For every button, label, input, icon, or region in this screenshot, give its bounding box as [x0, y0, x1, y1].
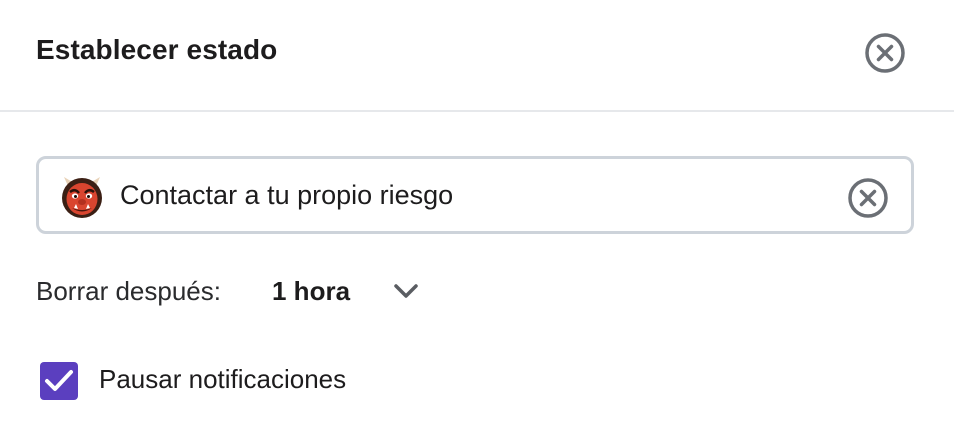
- clear-after-dropdown[interactable]: 1 hora: [270, 268, 424, 314]
- set-status-dialog: Establecer estado Contactar a tu propio …: [0, 0, 954, 442]
- pause-notifications-checkbox[interactable]: [40, 362, 78, 400]
- clear-status-button[interactable]: [847, 177, 889, 219]
- close-button[interactable]: [864, 32, 906, 74]
- emoji-picker-button[interactable]: [59, 174, 105, 220]
- ogre-emoji-icon: [62, 177, 102, 218]
- dialog-header: Establecer estado: [0, 0, 954, 112]
- clear-after-value: 1 hora: [272, 276, 351, 306]
- close-icon: [865, 33, 905, 73]
- status-input[interactable]: Contactar a tu propio riesgo: [36, 156, 914, 234]
- pause-notifications-label[interactable]: Pausar notificaciones: [99, 364, 346, 395]
- dialog-title: Establecer estado: [36, 34, 278, 65]
- status-text[interactable]: Contactar a tu propio riesgo: [120, 180, 453, 211]
- clear-after-label: Borrar después:: [36, 276, 221, 306]
- checkmark-icon: [45, 370, 73, 391]
- clear-icon: [848, 178, 888, 218]
- chevron-down-icon: [394, 284, 418, 298]
